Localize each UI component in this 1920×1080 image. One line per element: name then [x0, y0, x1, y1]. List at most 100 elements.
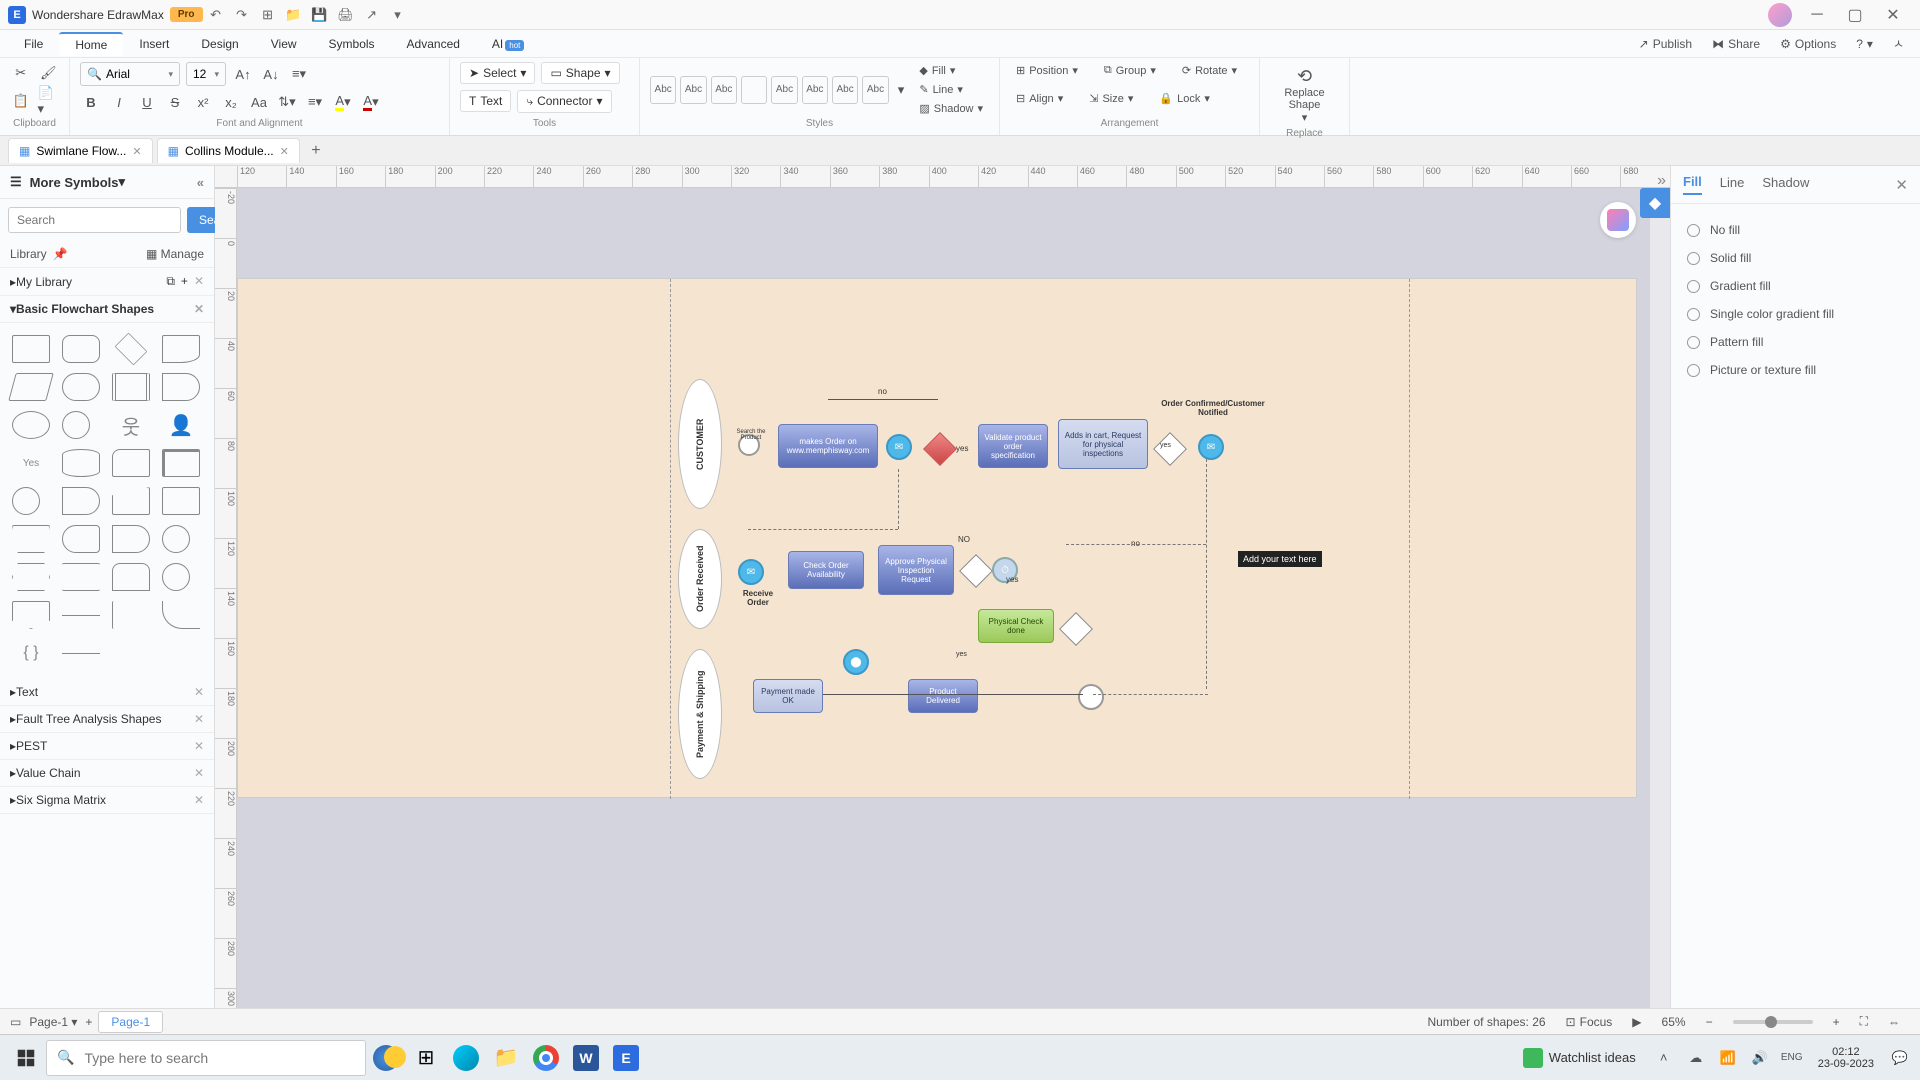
shape-direct-data[interactable]	[62, 487, 100, 515]
receive-event[interactable]: ✉	[738, 559, 764, 585]
close-lib-icon[interactable]: ✕	[194, 274, 204, 289]
align-button[interactable]: ⊟ Align▾	[1010, 90, 1069, 107]
shadow-dropdown[interactable]: ▨ Shadow▾	[913, 100, 989, 117]
shape-manual-input[interactable]	[112, 487, 150, 515]
windows-search-input[interactable]: 🔍 Type here to search	[46, 1040, 366, 1076]
new-icon[interactable]: ⊞	[255, 2, 281, 28]
shape-card[interactable]	[112, 449, 150, 477]
shape-brace[interactable]: { }	[12, 639, 50, 667]
shape-arrow-connector[interactable]	[62, 601, 100, 629]
style-swatch[interactable]: Abc	[832, 76, 858, 104]
lib-section-pest[interactable]: ▸ PEST✕	[0, 733, 214, 760]
fill-single-gradient[interactable]: Single color gradient fill	[1687, 300, 1904, 328]
page-tab[interactable]: Page-1	[98, 1011, 163, 1033]
increase-font-icon[interactable]: A↑	[232, 63, 254, 85]
copy-icon[interactable]: 📋	[10, 90, 32, 112]
bullet-list-icon[interactable]: ≡▾	[304, 91, 326, 113]
end-event-confirmed[interactable]: ✉	[1198, 434, 1224, 460]
open-icon[interactable]: 📁	[281, 2, 307, 28]
menu-home[interactable]: Home	[59, 32, 123, 56]
shape-loop-limit[interactable]	[112, 563, 150, 591]
zoom-out-icon[interactable]: −	[1706, 1015, 1713, 1029]
shape-parallel[interactable]	[62, 563, 100, 591]
shape-rounded-rect[interactable]	[62, 335, 100, 363]
text-edit-box[interactable]: Add your text here	[1238, 551, 1322, 567]
bold-icon[interactable]: B	[80, 91, 102, 113]
cut-icon[interactable]: ✂	[10, 62, 32, 84]
lib-section-six-sigma[interactable]: ▸ Six Sigma Matrix✕	[0, 787, 214, 814]
user-avatar[interactable]	[1768, 3, 1792, 27]
close-lib-icon[interactable]: ✕	[194, 302, 204, 316]
shape-predefined[interactable]	[112, 373, 150, 401]
fit-width-icon[interactable]: ⇔	[1888, 1015, 1900, 1029]
style-swatch[interactable]: Abc	[711, 76, 737, 104]
close-tab-icon[interactable]: ✕	[132, 145, 141, 158]
tray-wifi-icon[interactable]: 📶	[1714, 1038, 1742, 1078]
pin-icon[interactable]: 📌	[53, 247, 68, 261]
menu-insert[interactable]: Insert	[123, 33, 185, 55]
shape-offpage[interactable]	[12, 601, 50, 629]
highlight-icon[interactable]: A▾	[332, 91, 354, 113]
group-button[interactable]: ⧉ Group▾	[1098, 62, 1162, 79]
tray-notifications-icon[interactable]: 💬	[1886, 1038, 1914, 1078]
fill-gradient[interactable]: Gradient fill	[1687, 272, 1904, 300]
redo-icon[interactable]: ↷	[229, 2, 255, 28]
shape-internal-storage[interactable]	[162, 449, 200, 477]
tray-onedrive-icon[interactable]: ☁	[1682, 1038, 1710, 1078]
shape-summing[interactable]	[162, 563, 190, 591]
lane-customer[interactable]: CUSTOMER	[678, 379, 722, 509]
italic-icon[interactable]: I	[108, 91, 130, 113]
superscript-icon[interactable]: x²	[192, 91, 214, 113]
font-color-icon[interactable]: A▾	[360, 91, 382, 113]
close-tab-icon[interactable]: ✕	[280, 145, 289, 158]
lib-section-text[interactable]: ▸ Text✕	[0, 679, 214, 706]
close-lib-icon[interactable]: ✕	[194, 739, 204, 753]
fill-dropdown[interactable]: ◆ Fill▾	[913, 62, 989, 79]
qat-dropdown-icon[interactable]: ▾	[385, 2, 411, 28]
ai-assistant-badge[interactable]	[1600, 202, 1636, 238]
taskbar-explorer-icon[interactable]: 📁	[486, 1038, 526, 1078]
tab-fill[interactable]: Fill	[1683, 174, 1702, 195]
fill-no-fill[interactable]: No fill	[1687, 216, 1904, 244]
maximize-button[interactable]: ▢	[1836, 0, 1874, 30]
shape-data[interactable]	[8, 373, 54, 401]
zoom-slider[interactable]	[1733, 1020, 1813, 1024]
decrease-font-icon[interactable]: A↓	[260, 63, 282, 85]
taskbar-edge-icon[interactable]	[446, 1038, 486, 1078]
node-approve-insp[interactable]: Approve Physical Inspection Request	[878, 545, 954, 595]
close-lib-icon[interactable]: ✕	[194, 793, 204, 807]
symbol-search-input[interactable]	[8, 207, 181, 233]
collapse-panel-icon[interactable]: «	[197, 175, 204, 190]
lock-button[interactable]: 🔒 Lock▾	[1153, 90, 1215, 107]
shape-stored-data[interactable]	[162, 373, 200, 401]
shape-circle[interactable]	[62, 411, 90, 439]
fill-picture[interactable]: Picture or texture fill	[1687, 356, 1904, 384]
node-payment[interactable]: Payment made OK	[753, 679, 823, 713]
lib-section-fault-tree[interactable]: ▸ Fault Tree Analysis Shapes✕	[0, 706, 214, 733]
shape-process[interactable]	[12, 335, 50, 363]
close-panel-icon[interactable]: ✕	[1895, 176, 1908, 194]
subscript-icon[interactable]: x₂	[220, 91, 242, 113]
lane-payment-shipping[interactable]: Payment & Shipping	[678, 649, 722, 779]
taskbar-chrome-icon[interactable]	[526, 1038, 566, 1078]
node-add-cart[interactable]: Adds in cart, Request for physical inspe…	[1058, 419, 1148, 469]
menu-symbols[interactable]: Symbols	[313, 33, 391, 55]
page-add-icon[interactable]: +	[85, 1015, 92, 1029]
zoom-in-icon[interactable]: +	[1833, 1015, 1840, 1029]
text-tool-button[interactable]: T Text	[460, 90, 511, 112]
page-select[interactable]: Page-1 ▾	[29, 1015, 77, 1029]
close-button[interactable]: ✕	[1874, 0, 1912, 30]
select-tool-button[interactable]: ➤ Select ▾	[460, 62, 535, 84]
tray-clock[interactable]: 02:12 23-09-2023	[1810, 1046, 1882, 1070]
line-spacing-icon[interactable]: ⇅▾	[276, 91, 298, 113]
close-lib-icon[interactable]: ✕	[194, 766, 204, 780]
lane-order-received[interactable]: Order Received	[678, 529, 722, 629]
style-swatch[interactable]: Abc	[802, 76, 828, 104]
strikethrough-icon[interactable]: S	[164, 91, 186, 113]
align-menu-icon[interactable]: ≡▾	[288, 63, 310, 85]
node-delivered[interactable]: Product Delivered	[908, 679, 978, 713]
lib-section-value-chain[interactable]: ▸ Value Chain✕	[0, 760, 214, 787]
line-dropdown[interactable]: ✎ Line▾	[913, 81, 989, 98]
format-painter-icon[interactable]: 🖌	[38, 62, 60, 84]
node-check-avail[interactable]: Check Order Availability	[788, 551, 864, 589]
